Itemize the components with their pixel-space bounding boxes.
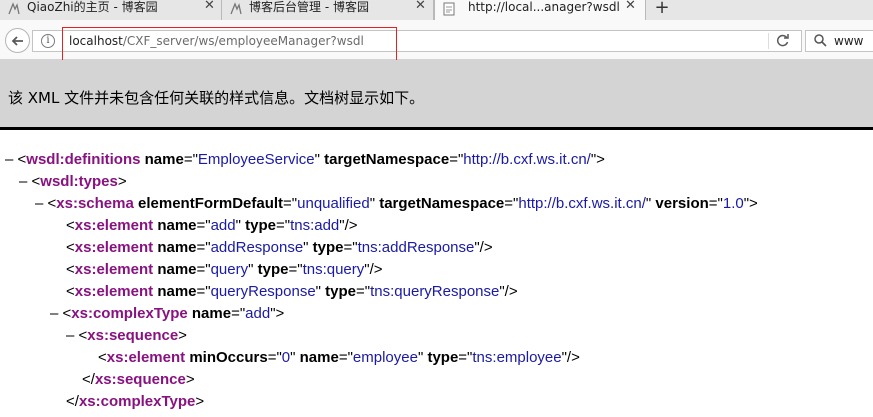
attr-value: unqualified bbox=[297, 195, 370, 212]
attr-value: tns:add bbox=[290, 217, 340, 234]
attr-value: 1.0 bbox=[722, 195, 744, 212]
close-tab-icon[interactable]: ✕ bbox=[415, 0, 426, 13]
url-separator bbox=[768, 33, 769, 49]
url-host: localhost bbox=[69, 34, 123, 48]
back-button[interactable] bbox=[5, 28, 30, 53]
collapse-toggle[interactable]: – bbox=[35, 195, 48, 212]
attr-name: name bbox=[191, 305, 232, 322]
xml-line-complextype: – <xs:complexType name="add"> bbox=[50, 305, 285, 322]
attr-value: tns:queryResponse bbox=[370, 283, 500, 300]
attr-value: http://b.cxf.ws.it.cn/ bbox=[463, 151, 591, 168]
tag-name: xs:schema bbox=[56, 195, 134, 212]
xml-line-element-query: <xs:element name="query" type="tns:query… bbox=[66, 261, 383, 278]
xml-line-sequence-close: </xs:sequence> bbox=[82, 371, 195, 388]
xml-info-banner: 该 XML 文件并未包含任何关联的样式信息。文档树显示如下。 bbox=[0, 60, 873, 130]
attr-value: tns:addResponse bbox=[357, 239, 475, 256]
tag-name: xs:element bbox=[74, 283, 154, 300]
tag-name: xs:element bbox=[74, 239, 154, 256]
xml-line-sequence: – <xs:sequence> bbox=[66, 327, 187, 344]
tag-name: xs:sequence bbox=[94, 371, 186, 388]
attr-value: http://b.cxf.ws.it.cn/ bbox=[518, 195, 646, 212]
tag-name: xs:element bbox=[74, 217, 154, 234]
attr-name: targetNamespace bbox=[379, 195, 505, 212]
tag-name: xs:complexType bbox=[78, 393, 196, 410]
tab-title: QiaoZhi的主页 - 博客园 bbox=[27, 0, 158, 14]
back-arrow-icon bbox=[11, 36, 23, 46]
xml-line-element-addresponse: <xs:element name="addResponse" type="tns… bbox=[66, 239, 493, 256]
search-icon bbox=[814, 34, 827, 47]
attr-name: name bbox=[157, 261, 197, 278]
document-favicon-icon bbox=[443, 2, 455, 16]
xml-line-element-add: <xs:element name="add" type="tns:add"/> bbox=[66, 217, 358, 234]
collapse-toggle[interactable]: – bbox=[19, 173, 32, 190]
xml-line-element-queryresponse: <xs:element name="queryResponse" type="t… bbox=[66, 283, 518, 300]
tab-title: http://local...anager?wsdl bbox=[468, 0, 620, 14]
attr-name: name bbox=[157, 283, 197, 300]
site-info-icon[interactable]: i bbox=[41, 34, 55, 48]
attr-name: targetNamespace bbox=[324, 151, 450, 168]
collapse-toggle[interactable]: – bbox=[5, 151, 18, 168]
collapse-toggle[interactable]: – bbox=[66, 327, 79, 344]
url-text[interactable]: localhost/CXF_server/ws/employeeManager?… bbox=[69, 34, 364, 48]
attr-value: addResponse bbox=[210, 239, 304, 256]
xml-line-sequence-element: <xs:element minOccurs="0" name="employee… bbox=[98, 349, 580, 366]
attr-name: name bbox=[299, 349, 339, 366]
search-input[interactable]: www bbox=[834, 34, 863, 48]
attr-value: queryResponse bbox=[210, 283, 316, 300]
xml-line-definitions: – <wsdl:definitions name="EmployeeServic… bbox=[5, 151, 605, 168]
attr-value: 0 bbox=[281, 349, 291, 366]
attr-name: minOccurs bbox=[189, 349, 268, 366]
attr-value: add bbox=[245, 305, 271, 322]
navigation-toolbar: i localhost/CXF_server/ws/employeeManage… bbox=[0, 20, 873, 60]
attr-name: name bbox=[157, 239, 197, 256]
attr-name: name bbox=[157, 217, 197, 234]
close-tab-icon[interactable]: ✕ bbox=[204, 0, 215, 13]
xml-line-types: – <wsdl:types> bbox=[19, 173, 127, 190]
address-bar[interactable]: i localhost/CXF_server/ws/employeeManage… bbox=[32, 30, 802, 52]
tab-wsdl-active[interactable]: http://local...anager?wsdl ✕ bbox=[434, 0, 646, 20]
attr-name: type bbox=[427, 349, 459, 366]
tab-qiaozhi-home[interactable]: QiaoZhi的主页 - 博客园 ✕ bbox=[0, 0, 222, 20]
xml-line-complextype-close: </xs:complexType> bbox=[66, 393, 205, 410]
attr-name: elementFormDefault bbox=[138, 195, 284, 212]
attr-value: employee bbox=[352, 349, 418, 366]
tag-name: xs:element bbox=[106, 349, 186, 366]
cnblogs-favicon-icon bbox=[230, 2, 242, 15]
search-bar[interactable]: www bbox=[805, 30, 873, 52]
xml-line-schema: – <xs:schema elementFormDefault="unquali… bbox=[35, 195, 758, 212]
tab-blog-admin[interactable]: 博客后台管理 - 博客园 ✕ bbox=[222, 0, 434, 20]
attr-name: type bbox=[257, 261, 289, 278]
attr-name: type bbox=[325, 283, 357, 300]
new-tab-button[interactable]: + bbox=[652, 0, 672, 18]
tag-name: xs:sequence bbox=[87, 327, 179, 344]
collapse-toggle[interactable]: – bbox=[50, 305, 63, 322]
attr-value: add bbox=[210, 217, 236, 234]
close-tab-icon[interactable]: ✕ bbox=[625, 0, 636, 13]
tab-strip: QiaoZhi的主页 - 博客园 ✕ 博客后台管理 - 博客园 ✕ http:/… bbox=[0, 0, 873, 20]
url-path: /CXF_server/ws/employeeManager?wsdl bbox=[122, 34, 364, 48]
attr-value: tns:query bbox=[302, 261, 365, 278]
reload-icon[interactable] bbox=[776, 33, 790, 47]
attr-name: type bbox=[312, 239, 344, 256]
tab-title: 博客后台管理 - 博客园 bbox=[249, 0, 369, 14]
attr-value: query bbox=[210, 261, 249, 278]
tag-name: wsdl:definitions bbox=[26, 151, 141, 168]
attr-name: type bbox=[245, 217, 276, 234]
banner-message: 该 XML 文件并未包含任何关联的样式信息。文档树显示如下。 bbox=[8, 89, 425, 107]
tag-name: xs:element bbox=[74, 261, 154, 278]
cnblogs-favicon-icon bbox=[8, 2, 20, 15]
attr-value: tns:employee bbox=[472, 349, 562, 366]
tag-name: wsdl:types bbox=[40, 173, 118, 190]
attr-value: EmployeeService bbox=[197, 151, 315, 168]
attr-name: name bbox=[144, 151, 184, 168]
attr-name: version bbox=[655, 195, 709, 212]
tag-name: xs:complexType bbox=[71, 305, 188, 322]
